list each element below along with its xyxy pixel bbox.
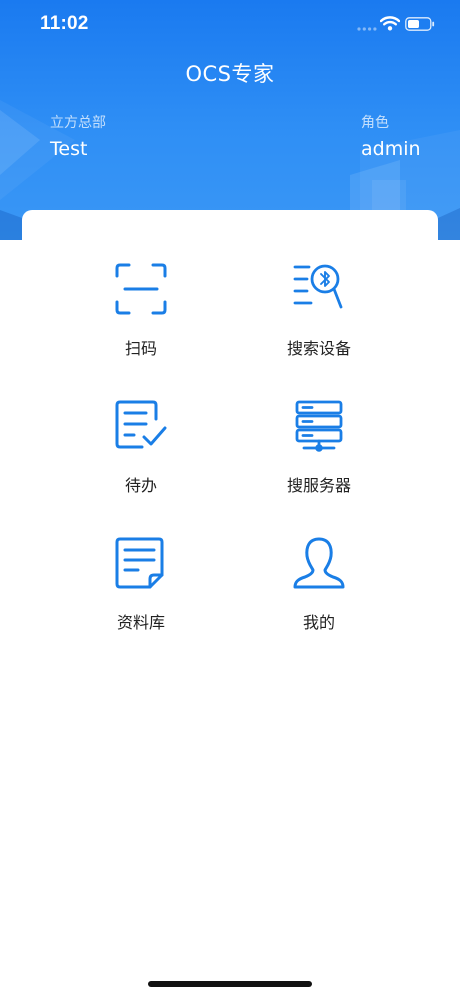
document-library-icon [115, 537, 164, 589]
server-icon [295, 400, 343, 452]
profile-button[interactable]: 我的 [239, 536, 399, 656]
todo-button[interactable]: 待办 [61, 399, 221, 519]
status-time: 11:02 [40, 13, 89, 34]
wifi-icon [380, 16, 400, 31]
todo-label: 待办 [124, 476, 157, 495]
app-title: OCS专家 [185, 62, 275, 86]
scan-label: 扫码 [124, 339, 157, 358]
profile-label: 我的 [302, 613, 335, 632]
bluetooth-search-icon [293, 264, 343, 309]
library-button[interactable]: 资料库 [61, 536, 221, 656]
cellular-signal-icon [357, 27, 377, 31]
search-device-button[interactable]: 搜索设备 [239, 262, 399, 382]
home-indicator[interactable] [148, 981, 312, 987]
todo-check-icon [115, 400, 167, 449]
status-bar: 11:02 [0, 0, 460, 50]
search-server-button[interactable]: 搜服务器 [239, 399, 399, 519]
library-label: 资料库 [116, 613, 165, 632]
user-profile-icon [293, 537, 345, 589]
org-value: Test [50, 138, 88, 160]
search-server-label: 搜服务器 [286, 476, 351, 495]
scan-button[interactable]: 扫码 [61, 262, 221, 382]
role-value: admin [361, 138, 421, 160]
role-label: 角色 [361, 115, 389, 131]
search-device-label: 搜索设备 [286, 339, 351, 358]
scan-icon [115, 263, 167, 315]
org-label: 立方总部 [50, 115, 106, 131]
battery-icon [405, 17, 435, 31]
